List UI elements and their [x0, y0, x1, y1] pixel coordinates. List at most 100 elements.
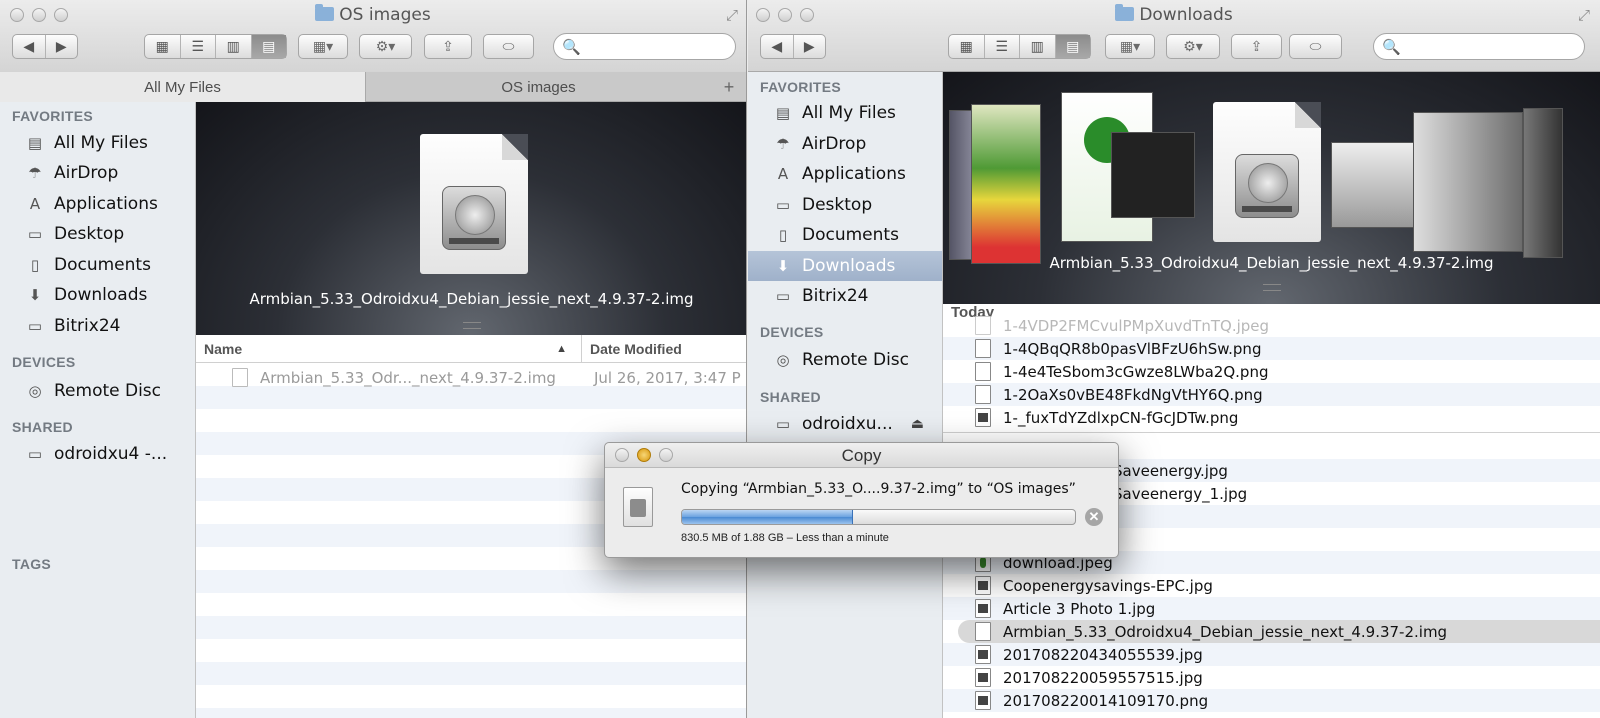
- list-item-selected[interactable]: Armbian_5.33_Odroidxu4_Debian_jessie_nex…: [958, 620, 1600, 643]
- back-button[interactable]: ◀: [13, 35, 46, 58]
- file-date: Jul 26, 2017, 3:47 P: [594, 368, 741, 387]
- list-item[interactable]: 201708220434055539.jpg: [943, 643, 1600, 666]
- arrange-button[interactable]: ▦▾: [1105, 34, 1155, 59]
- view-list-button[interactable]: ☰: [985, 35, 1020, 58]
- sidebar-item-airdrop[interactable]: ☂ AirDrop: [748, 129, 942, 159]
- finder-window-os-images: OS images ⤢ ◀ ▶ ▦ ☰ ▥ ▤ ▦▾ ⚙▾ ⇪ ⬭ 🔍 All …: [0, 0, 747, 718]
- sidebar-item-shared-computer[interactable]: ▭ odroidxu... ⏏: [748, 409, 942, 439]
- file-icon: [975, 599, 991, 618]
- view-columns-button[interactable]: ▥: [216, 35, 252, 58]
- search-input[interactable]: [1406, 39, 1569, 54]
- file-name: 1-4VDP2FMCvulPMpXuvdTnTQ.jpeg: [1003, 316, 1270, 335]
- sidebar: FAVORITES ▤ All My Files ☂ AirDrop A Applic…: [0, 102, 196, 718]
- cover-flow[interactable]: Armbian_5.33_Odroidxu4_Debian_jessie_nex…: [196, 102, 746, 335]
- view-icon-button[interactable]: ▦: [145, 35, 181, 58]
- downloads-icon: ⬇: [28, 286, 42, 304]
- search-input[interactable]: [586, 39, 726, 54]
- file-icon: [975, 576, 991, 595]
- arrange-button[interactable]: ▦▾: [298, 34, 348, 59]
- list-item[interactable]: Article 3 Photo 1.jpg: [943, 597, 1600, 620]
- sidebar-item-label: Remote Disc: [54, 381, 162, 401]
- list-item[interactable]: 1-4VDP2FMCvulPMpXuvdTnTQ.jpeg: [943, 314, 1600, 337]
- view-list-button[interactable]: ☰: [181, 35, 216, 58]
- sidebar-item-downloads[interactable]: ⬇ Downloads: [748, 251, 942, 281]
- window-controls: [615, 448, 673, 462]
- resize-grip-icon[interactable]: [462, 322, 481, 329]
- sidebar-item-label: Documents: [54, 255, 151, 275]
- search-field[interactable]: 🔍: [1373, 33, 1585, 60]
- list-item[interactable]: 1-4QBqQR8b0pasVlBFzU6hSw.png: [943, 337, 1600, 360]
- finder-window-downloads: Downloads ⤢ ◀ ▶ ▦ ☰ ▥ ▤ ▦▾ ⚙▾ ⇪ ⬭ 🔍 FAVO…: [748, 0, 1600, 718]
- share-button[interactable]: ⇪: [424, 34, 472, 59]
- sidebar-item-bitrix24[interactable]: ▭ Bitrix24: [0, 311, 195, 341]
- window-title: Downloads: [748, 4, 1600, 25]
- back-button[interactable]: ◀: [761, 35, 794, 58]
- tags-button[interactable]: ⬭: [483, 34, 534, 59]
- sidebar-item-bitrix24[interactable]: ▭ Bitrix24: [748, 281, 942, 311]
- search-field[interactable]: 🔍: [553, 33, 736, 60]
- eject-icon[interactable]: ⏏: [911, 416, 924, 432]
- computer-icon: ▭: [27, 445, 43, 463]
- view-coverflow-button[interactable]: ▤: [1055, 35, 1090, 58]
- list-item[interactable]: 1-_fuxTdYZdlxpCN-fGcJDTw.png: [943, 406, 1600, 429]
- view-columns-button[interactable]: ▥: [1020, 35, 1056, 58]
- tags-button[interactable]: ⬭: [1289, 34, 1342, 59]
- forward-button[interactable]: ▶: [794, 35, 826, 58]
- close-button[interactable]: [615, 448, 629, 462]
- list-item[interactable]: 201708220059557515.jpg: [943, 666, 1600, 689]
- folder-icon: ▭: [27, 317, 43, 335]
- action-gear-button[interactable]: ⚙▾: [1166, 34, 1220, 59]
- view-icon-button[interactable]: ▦: [949, 35, 985, 58]
- share-button[interactable]: ⇪: [1231, 34, 1282, 59]
- sidebar-item-label: Downloads: [802, 256, 896, 276]
- all-my-files-icon: ▤: [775, 104, 791, 122]
- sidebar-item-label: odroidxu...: [802, 414, 893, 434]
- sidebar-item-label: Documents: [802, 225, 899, 245]
- action-gear-button[interactable]: ⚙▾: [359, 34, 412, 59]
- sidebar-item-desktop[interactable]: ▭ Desktop: [0, 219, 195, 249]
- sidebar-item-all-my-files[interactable]: ▤ All My Files: [0, 128, 195, 158]
- sidebar-item-applications[interactable]: A Applications: [0, 189, 195, 219]
- file-name: 201708220014109170.png: [1003, 691, 1209, 710]
- sidebar-item-downloads[interactable]: ⬇ Downloads: [0, 280, 195, 310]
- column-header-date[interactable]: Date Modified: [582, 335, 682, 362]
- sidebar-item-documents[interactable]: ▯ Documents: [0, 250, 195, 280]
- sidebar-item-remote-disc[interactable]: ◎ Remote Disc: [748, 345, 942, 375]
- sidebar-item-airdrop[interactable]: ☂ AirDrop: [0, 158, 195, 188]
- file-name: 1-4e4TeSbom3cGwze8LWba2Q.png: [1003, 362, 1269, 381]
- column-header-name[interactable]: Name ▲: [196, 335, 582, 362]
- sidebar-item-applications[interactable]: A Applications: [748, 159, 942, 189]
- cancel-copy-button[interactable]: ✕: [1085, 508, 1103, 526]
- tab-os-images[interactable]: OS images: [366, 72, 711, 102]
- sidebar-item-documents[interactable]: ▯ Documents: [748, 220, 942, 250]
- list-item[interactable]: Coopenergysavings-EPC.jpg: [943, 574, 1600, 597]
- new-tab-button[interactable]: +: [718, 76, 740, 98]
- fullscreen-icon[interactable]: ⤢: [726, 7, 738, 24]
- disc-icon: ◎: [776, 351, 790, 369]
- back-forward-control: ◀ ▶: [760, 34, 826, 59]
- fullscreen-icon[interactable]: ⤢: [1578, 7, 1590, 24]
- tab-all-my-files[interactable]: All My Files: [0, 72, 366, 102]
- list-item[interactable]: 1-4e4TeSbom3cGwze8LWba2Q.png: [943, 360, 1600, 383]
- list-item[interactable]: Armbian_5.33_Odr..._next_4.9.37-2.img Ju…: [232, 366, 741, 389]
- applications-icon: A: [777, 165, 789, 183]
- sidebar-item-label: AirDrop: [54, 163, 119, 183]
- forward-button[interactable]: ▶: [46, 35, 78, 58]
- sidebar-item-desktop[interactable]: ▭ Desktop: [748, 190, 942, 220]
- list-item[interactable]: 1-2OaXs0vBE48FkdNgVtHY6Q.png: [943, 383, 1600, 406]
- cover-flow[interactable]: Armbian_5.33_Odroidxu4_Debian_jessie_nex…: [943, 72, 1600, 304]
- sidebar-item-label: Applications: [54, 194, 158, 214]
- group-divider: [943, 432, 1600, 433]
- sidebar-item-label: Desktop: [802, 195, 873, 215]
- list-item[interactable]: 201708220014109170.png: [943, 689, 1600, 712]
- sidebar-item-remote-disc[interactable]: ◎ Remote Disc: [0, 376, 195, 406]
- zoom-button[interactable]: [659, 448, 673, 462]
- sidebar-item-shared-computer[interactable]: ▭ odroidxu4 -...: [0, 439, 195, 469]
- sidebar-item-all-my-files[interactable]: ▤ All My Files: [748, 98, 942, 128]
- view-coverflow-button[interactable]: ▤: [251, 35, 286, 58]
- all-my-files-icon: ▤: [27, 134, 43, 152]
- titlebar: OS images ⤢ ◀ ▶ ▦ ☰ ▥ ▤ ▦▾ ⚙▾ ⇪ ⬭ 🔍: [0, 0, 746, 74]
- resize-grip-icon[interactable]: [1262, 284, 1281, 291]
- minimize-button[interactable]: [637, 448, 651, 462]
- airdrop-icon: ☂: [28, 164, 42, 182]
